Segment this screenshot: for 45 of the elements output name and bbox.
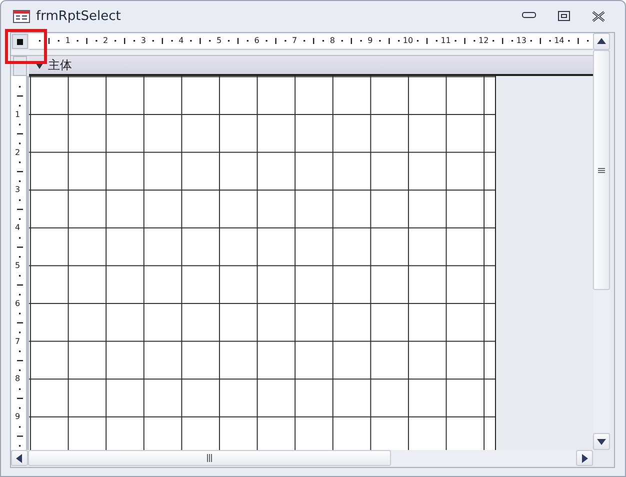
ruler-number: 8 <box>14 375 22 384</box>
close-icon[interactable] <box>592 11 605 22</box>
ruler-number: 6 <box>253 37 260 45</box>
ruler-number: 4 <box>14 224 22 232</box>
ruler-number: 5 <box>215 37 223 45</box>
section-label: 主体 <box>48 56 72 74</box>
window-title: frmRptSelect <box>36 9 121 24</box>
grip-icon <box>206 454 213 462</box>
scroll-thumb[interactable] <box>593 50 610 290</box>
form-icon <box>13 10 30 23</box>
scroll-right-button[interactable] <box>576 450 593 466</box>
arrow-icon <box>597 38 606 45</box>
ruler-number: 11 <box>440 37 452 45</box>
grip-icon <box>598 166 605 174</box>
ruler-number: 8 <box>328 37 336 45</box>
form-selector[interactable] <box>12 34 28 49</box>
ruler-number: 3 <box>140 37 147 45</box>
ruler-number: 4 <box>178 37 185 45</box>
restore-icon[interactable] <box>558 11 570 21</box>
ruler-number: 13 <box>515 37 528 45</box>
ruler-number: 9 <box>366 37 374 45</box>
ruler-number: 12 <box>478 37 490 45</box>
horizontal-scrollbar[interactable] <box>11 450 593 466</box>
ruler-number: 2 <box>14 148 22 157</box>
minimize-icon[interactable] <box>522 11 536 19</box>
scroll-up-button[interactable] <box>593 33 610 50</box>
ruler-number: 1 <box>64 37 72 45</box>
scroll-down-button[interactable] <box>593 433 610 450</box>
ruler-number: 7 <box>14 338 22 346</box>
design-grid[interactable] <box>29 76 496 450</box>
ruler-number: 6 <box>14 300 22 308</box>
scroll-thumb[interactable] <box>28 450 391 466</box>
section-bar[interactable]: 主体 <box>29 56 593 76</box>
ruler-number: 9 <box>14 413 22 422</box>
ruler-number: 14 <box>553 37 566 45</box>
vertical-scrollbar[interactable] <box>593 33 610 450</box>
scroll-left-button[interactable] <box>11 450 28 466</box>
ruler-number: 1 <box>14 110 22 119</box>
ruler-number: 10 <box>402 37 414 45</box>
ruler-number: 3 <box>14 186 22 194</box>
ruler-number: 5 <box>14 262 22 270</box>
square-icon <box>17 38 23 44</box>
ruler-number: 2 <box>102 37 110 45</box>
arrow-icon <box>16 454 23 462</box>
ruler-number: 7 <box>291 37 298 45</box>
